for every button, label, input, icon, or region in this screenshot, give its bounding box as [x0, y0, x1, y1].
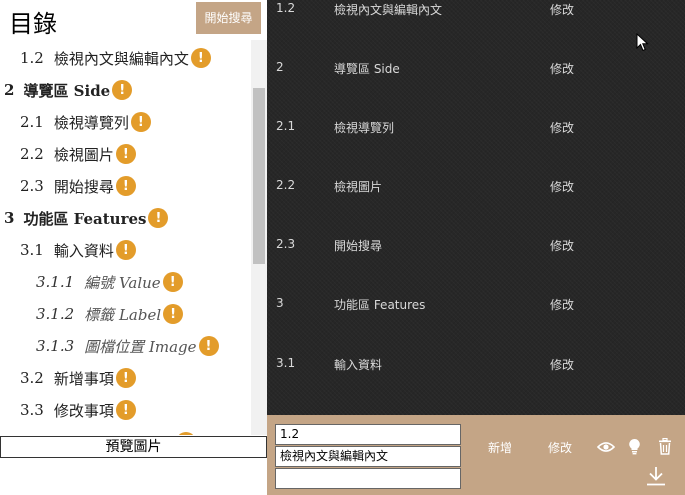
toc-item-label: 標籤 Label [84, 305, 162, 324]
toc-item-label: 功能區 Features [23, 209, 147, 228]
toc-item[interactable]: 3.2 新增事項! [20, 366, 136, 390]
toc-list: 1.2 檢視內文與編輯內文! 2 導覽區 Side! 2.1 檢視導覽列! 2.2 檢視圖片!… [0, 40, 251, 435]
preview-image-button[interactable]: 預覽圖片 [0, 436, 267, 458]
warning-icon[interactable]: ! [115, 176, 136, 196]
toc-item-label: 開始搜尋 [53, 177, 114, 196]
list-item-number: 2.3 [276, 237, 296, 251]
list-item: 2.1 檢視導覽列 修改 [267, 119, 685, 139]
toc-item-number: 3.1.2 [36, 305, 75, 323]
toc-item[interactable]: 1.2 檢視內文與編輯內文! [20, 46, 211, 70]
toc-item[interactable]: 3.1.3 圖檔位置 Image! [36, 334, 219, 358]
download-icon[interactable] [646, 466, 666, 486]
list-item: 2.3 開始搜尋 修改 [267, 237, 685, 257]
toc-item-number: 3.1 [20, 241, 44, 259]
list-item-number: 1.2 [276, 1, 296, 15]
toc-item[interactable]: 3.1.2 標籤 Label! [36, 302, 184, 326]
list-item-edit-button[interactable]: 修改 [550, 356, 574, 373]
toc-item-number: 3.3 [20, 401, 44, 419]
list-item-title: 功能區 Features [334, 298, 426, 312]
list-item-edit-button[interactable]: 修改 [550, 237, 574, 254]
toc-item-label: 輸入資料 [53, 241, 114, 260]
trash-icon[interactable] [658, 438, 672, 455]
toc-item-number: 1.2 [20, 49, 44, 67]
toc-item[interactable]: 2 導覽區 Side! [4, 78, 133, 102]
list-item: 2.2 檢視圖片 修改 [267, 178, 685, 198]
list-item: 3 功能區 Features 修改 [267, 296, 685, 316]
toc-title: 目錄 [9, 10, 57, 38]
toc-item-number: 3.2 [20, 369, 44, 387]
toc-item-number: 2.3 [20, 177, 44, 195]
edit-bar: 1.2 檢視內文與編輯內文 新增 修改 [267, 415, 685, 495]
toc-item-label: 修改事項 [53, 401, 114, 420]
start-search-button[interactable]: 開始搜尋 [196, 2, 261, 34]
warning-icon[interactable]: ! [112, 80, 133, 100]
list-item-title: 輸入資料 [334, 358, 383, 372]
item-list-panel: 1.2 檢視內文與編輯內文 修改 2 導覽區 Side 修改 2.1 檢視導覽列 修改 2.2 檢視… [267, 0, 685, 415]
list-item-number: 3.1 [276, 356, 296, 370]
toc-item-number: 2.2 [20, 145, 44, 163]
toc-item-label: 圖檔位置 Image [84, 337, 197, 356]
toc-item-number: 3.1.3 [36, 337, 75, 355]
list-item-number: 2.1 [276, 119, 296, 133]
toc-item-label: 導覽區 Side [23, 81, 111, 100]
warning-icon[interactable]: ! [162, 272, 183, 292]
toc-item[interactable]: 2.2 檢視圖片! [20, 142, 136, 166]
toc-item-number: 2 [4, 81, 15, 99]
toc-item-label: 開始編輯事項位置 [54, 432, 174, 436]
toc-item[interactable]: 3.4 開始編輯事項位置! [20, 430, 196, 435]
toc-item[interactable]: 3.3 修改事項! [20, 398, 136, 422]
toc-item-label: 檢視圖片 [53, 145, 114, 164]
mouse-cursor-icon [636, 33, 649, 52]
list-item-title: 開始搜尋 [334, 239, 383, 253]
image-path-input[interactable] [275, 468, 461, 489]
warning-icon[interactable]: ! [115, 400, 136, 420]
toc-item[interactable]: 2.1 檢視導覽列! [20, 110, 151, 134]
warning-icon[interactable]: ! [163, 304, 184, 324]
add-button[interactable]: 新增 [488, 439, 512, 456]
list-item-edit-button[interactable]: 修改 [550, 178, 574, 195]
toc-item[interactable]: 3.1.1 編號 Value! [36, 270, 183, 294]
warning-icon[interactable]: ! [115, 240, 136, 260]
toc-item[interactable]: 3 功能區 Features! [4, 206, 169, 230]
warning-icon[interactable]: ! [148, 208, 169, 228]
list-item: 3.1 輸入資料 修改 [267, 356, 685, 376]
list-item-title: 檢視圖片 [334, 180, 383, 194]
toc-item[interactable]: 2.3 開始搜尋! [20, 174, 136, 198]
list-item-edit-button[interactable]: 修改 [550, 296, 574, 313]
value-input[interactable]: 1.2 [275, 424, 461, 445]
label-input[interactable]: 檢視內文與編輯內文 [275, 446, 461, 467]
list-item-number: 2 [276, 60, 284, 74]
lightbulb-icon[interactable] [628, 438, 641, 455]
list-item-edit-button[interactable]: 修改 [550, 119, 574, 136]
toc-panel: 目錄 開始搜尋 1.2 檢視內文與編輯內文! 2 導覽區 Side! 2.1 檢視導覽列!… [0, 0, 267, 495]
eye-icon[interactable] [597, 440, 615, 454]
toc-item-label: 編號 Value [84, 273, 161, 292]
list-item-number: 2.2 [276, 178, 296, 192]
modify-button[interactable]: 修改 [548, 439, 572, 456]
toc-item-number: 2.1 [20, 113, 44, 131]
warning-icon[interactable]: ! [198, 336, 219, 356]
list-item: 2 導覽區 Side 修改 [267, 60, 685, 80]
list-item: 1.2 檢視內文與編輯內文 修改 [267, 1, 685, 21]
toc-scrollbar[interactable] [251, 40, 267, 435]
warning-icon[interactable]: ! [190, 48, 211, 68]
warning-icon[interactable]: ! [115, 368, 136, 388]
warning-icon[interactable]: ! [130, 112, 151, 132]
list-item-title: 檢視內文與編輯內文 [334, 3, 443, 17]
warning-icon[interactable]: ! [115, 144, 136, 164]
toc-item-number: 3 [4, 209, 15, 227]
toc-item-label: 檢視導覽列 [53, 113, 129, 132]
warning-icon[interactable]: ! [175, 432, 196, 435]
toc-item-number: 3.1.1 [36, 273, 75, 291]
list-item-title: 導覽區 Side [334, 62, 400, 76]
toc-item-number: 3.4 [20, 433, 44, 435]
list-item-edit-button[interactable]: 修改 [550, 60, 574, 77]
toc-item-label: 新增事項 [53, 369, 114, 388]
list-item-number: 3 [276, 296, 284, 310]
toc-item-label: 檢視內文與編輯內文 [53, 49, 189, 68]
toc-scrollbar-thumb[interactable] [253, 88, 265, 264]
list-item-edit-button[interactable]: 修改 [550, 1, 574, 18]
list-item-title: 檢視導覽列 [334, 121, 395, 135]
toc-item[interactable]: 3.1 輸入資料! [20, 238, 136, 262]
